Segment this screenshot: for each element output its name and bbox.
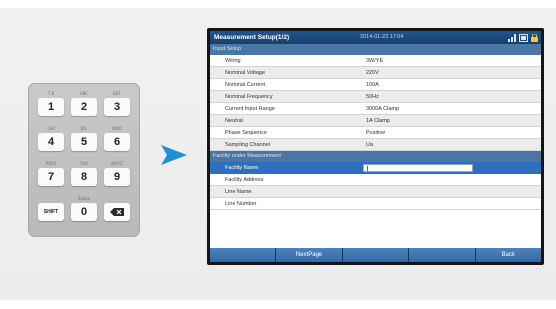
key-sublabel: DEF bbox=[113, 91, 121, 96]
key-sublabel: PQRS bbox=[45, 161, 57, 166]
key-cell: JKL 5 bbox=[71, 126, 97, 151]
setting-value: Positive bbox=[366, 130, 386, 136]
setting-label: Neutral bbox=[225, 118, 243, 124]
setting-value: 100A bbox=[366, 82, 379, 88]
status-icons bbox=[508, 33, 538, 42]
setting-label: Line Number bbox=[225, 201, 257, 207]
key-2-button[interactable]: 2 bbox=[71, 98, 97, 116]
key-cell: T B 1 bbox=[38, 91, 64, 116]
backspace-icon bbox=[110, 208, 124, 217]
lock-icon bbox=[531, 33, 538, 42]
key-sublabel: Space bbox=[77, 196, 91, 201]
section-header-input-setup: Input Setup bbox=[210, 44, 541, 55]
key-cell: GHI 4 bbox=[38, 126, 64, 151]
key-0-button[interactable]: 0 bbox=[71, 203, 97, 221]
arrow-right-icon bbox=[161, 145, 187, 165]
key-cell: TUV 8 bbox=[71, 161, 97, 186]
section-header-facility: Facility under Measurement bbox=[210, 151, 541, 162]
setting-row-current-input-range[interactable]: Current Input Range 3000A Clamp bbox=[210, 103, 541, 115]
setting-row-line-number[interactable]: Line Number bbox=[210, 198, 541, 210]
setting-row-phase-sequence[interactable]: Phase Sequence Positive bbox=[210, 127, 541, 139]
setting-row-nominal-frequency[interactable]: Nominal Frequency 50Hz bbox=[210, 91, 541, 103]
setting-label: Wiring bbox=[225, 58, 241, 64]
back-button[interactable]: Back bbox=[475, 248, 541, 262]
key-4-button[interactable]: 4 bbox=[38, 133, 64, 151]
setting-label: Facility Name bbox=[225, 165, 259, 171]
facility-name-input[interactable] bbox=[363, 164, 473, 172]
setting-label: Current Input Range bbox=[225, 106, 275, 112]
setting-label: Nominal Voltage bbox=[225, 70, 266, 76]
setting-label: Line Name bbox=[225, 189, 252, 195]
setting-label: Phase Sequence bbox=[225, 130, 267, 136]
shift-key-button[interactable]: SHIFT bbox=[38, 203, 64, 221]
setting-value: 3000A Clamp bbox=[366, 106, 400, 112]
setting-label: Nominal Frequency bbox=[225, 94, 273, 100]
key-cell: DEF 3 bbox=[104, 91, 130, 116]
key-sublabel bbox=[38, 196, 64, 202]
text-caret bbox=[367, 166, 368, 171]
key-sublabel: TUV bbox=[79, 161, 89, 166]
key-cell: Space 0 bbox=[71, 196, 97, 221]
setting-label: Nominal Current bbox=[225, 82, 266, 88]
setting-row-wiring[interactable]: Wiring 3W/YE bbox=[210, 55, 541, 67]
device-screen: Measurement Setup(1/2) 2014-01-23 17:04 bbox=[207, 28, 544, 265]
battery-icon bbox=[519, 33, 528, 42]
setting-value: 3W/YE bbox=[366, 58, 384, 64]
key-sublabel: MNO bbox=[112, 126, 122, 131]
next-page-button[interactable]: NextPage bbox=[276, 248, 343, 262]
key-cell: SHIFT bbox=[38, 196, 64, 221]
key-sublabel: ABC bbox=[79, 91, 89, 96]
key-sublabel: T B bbox=[47, 91, 55, 96]
softkey-3-button[interactable] bbox=[342, 248, 410, 262]
setting-label: Facility Address bbox=[225, 177, 264, 183]
date-time: 2014-01-23 17:04 bbox=[360, 34, 404, 40]
setting-row-neutral[interactable]: Neutral 1A Clamp bbox=[210, 115, 541, 127]
key-5-button[interactable]: 5 bbox=[71, 133, 97, 151]
key-sublabel bbox=[104, 196, 130, 202]
key-3-button[interactable]: 3 bbox=[104, 98, 130, 116]
background-panel: T B 1 ABC 2 DEF 3 GHI 4 JKL 5 MNO 6 PQRS… bbox=[0, 0, 556, 309]
key-6-button[interactable]: 6 bbox=[104, 133, 130, 151]
key-9-button[interactable]: 9 bbox=[104, 168, 130, 186]
signal-icon bbox=[508, 33, 516, 42]
key-cell: WXYZ 9 bbox=[104, 161, 130, 186]
keypad: T B 1 ABC 2 DEF 3 GHI 4 JKL 5 MNO 6 PQRS… bbox=[28, 83, 140, 237]
key-cell bbox=[104, 196, 130, 221]
setting-row-nominal-current[interactable]: Nominal Current 100A bbox=[210, 79, 541, 91]
setting-value: 50Hz bbox=[366, 94, 379, 100]
softkey-bar: NextPage Back bbox=[210, 248, 541, 262]
key-7-button[interactable]: 7 bbox=[38, 168, 64, 186]
screen-content: Measurement Setup(1/2) 2014-01-23 17:04 bbox=[210, 31, 541, 262]
setting-label: Sampling Channel bbox=[225, 142, 270, 148]
key-8-button[interactable]: 8 bbox=[71, 168, 97, 186]
key-1-button[interactable]: 1 bbox=[38, 98, 64, 116]
key-sublabel: WXYZ bbox=[111, 161, 123, 166]
setting-value: Ua bbox=[366, 142, 374, 148]
key-cell: ABC 2 bbox=[71, 91, 97, 116]
setting-row-sampling-channel[interactable]: Sampling Channel Ua bbox=[210, 139, 541, 151]
setting-row-line-name[interactable]: Line Name bbox=[210, 186, 541, 198]
title-bar: Measurement Setup(1/2) 2014-01-23 17:04 bbox=[210, 31, 541, 44]
screen-title: Measurement Setup(1/2) bbox=[214, 34, 290, 41]
setting-row-facility-address[interactable]: Facility Address bbox=[210, 174, 541, 186]
setting-row-nominal-voltage[interactable]: Nominal Voltage 220V bbox=[210, 67, 541, 79]
key-sublabel: JKL bbox=[80, 126, 88, 131]
key-cell: PQRS 7 bbox=[38, 161, 64, 186]
setting-value: 220V bbox=[366, 70, 379, 76]
key-sublabel: GHI bbox=[47, 126, 55, 131]
backspace-key-button[interactable] bbox=[104, 203, 130, 221]
softkey-4-button[interactable] bbox=[409, 248, 476, 262]
setting-value: 1A Clamp bbox=[366, 118, 390, 124]
setting-row-facility-name[interactable]: Facility Name bbox=[210, 162, 541, 174]
softkey-1-button[interactable] bbox=[210, 248, 277, 262]
key-cell: MNO 6 bbox=[104, 126, 130, 151]
